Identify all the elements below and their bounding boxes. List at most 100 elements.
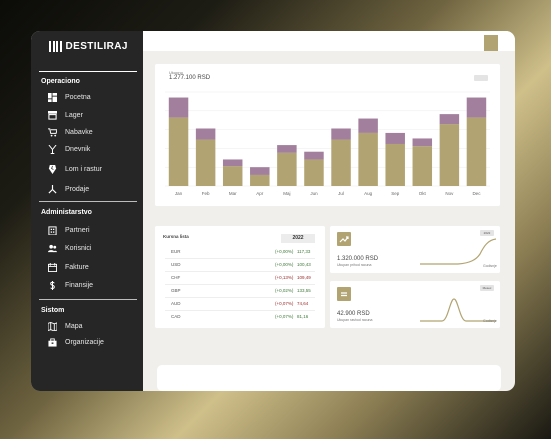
currency-code: CHF — [171, 275, 181, 280]
currency-code: GBP — [171, 288, 181, 293]
currency-change: (+0,02%) — [275, 288, 294, 293]
bar-base[interactable] — [439, 124, 460, 186]
bar-top[interactable] — [222, 159, 243, 167]
bar-base[interactable] — [250, 174, 270, 186]
sidebar-item-mapa[interactable]: Mapa — [48, 320, 83, 332]
kpi-caption: Ukupan prihod racuna — [337, 263, 372, 267]
bar-base[interactable] — [277, 152, 297, 186]
sidebar: DESTILIRAJ Operaciono Pocetna Lager Naba… — [31, 31, 143, 391]
x-tick-label: Apr — [256, 191, 264, 196]
logo-divider — [39, 71, 137, 72]
sidebar-item-nabavke[interactable]: Nabavke — [48, 126, 93, 138]
bar-base[interactable] — [466, 117, 487, 186]
cocktail-icon — [48, 144, 57, 154]
x-tick-label: Jul — [338, 191, 344, 196]
table-row: USD (+0,00%) 100,43 — [165, 259, 315, 272]
bar-base[interactable] — [385, 143, 405, 186]
dollar-icon — [50, 280, 55, 290]
revenue-bar-chart: Jan Feb Mar Apr Maj Jun Jul Aug Sep Okt Nov Dec — [165, 91, 490, 196]
bar-top[interactable] — [412, 138, 433, 147]
bar-top[interactable] — [168, 97, 189, 118]
currency-value: 74,64 — [297, 301, 309, 306]
sidebar-item-label: Finansije — [65, 281, 94, 289]
sidebar-item-label: Lager — [65, 111, 83, 119]
broken-glass-icon — [48, 164, 57, 174]
currency-card: Kursna lista 2022 EUR (+0,00%) 117,33 USD(… — [155, 226, 325, 328]
period-pill[interactable]: Mesec — [480, 285, 494, 291]
x-tick-label: Sep — [391, 191, 400, 196]
currency-change: (+0,13%) — [275, 275, 294, 280]
currency-change: (+0,00%) — [275, 249, 294, 254]
sidebar-item-label: Pocetna — [65, 93, 91, 101]
sidebar-item-label: Dnevnik — [65, 145, 91, 153]
table-row: CAD (+0,07%) 81,16 — [165, 311, 315, 323]
sidebar-item-fakture[interactable]: Fakture — [48, 261, 89, 273]
bar-top[interactable] — [250, 167, 270, 175]
sidebar-item-label: Mapa — [65, 322, 83, 330]
bar-top[interactable] — [331, 128, 351, 140]
sidebar-item-lager[interactable]: Lager — [48, 109, 83, 121]
bar-base[interactable] — [358, 132, 378, 186]
bar-top[interactable] — [385, 132, 405, 144]
bar-top[interactable] — [277, 145, 297, 153]
sidebar-item-korisnici[interactable]: Korisnici — [48, 242, 91, 254]
warehouse-icon — [48, 110, 57, 120]
minus-icon — [337, 287, 351, 301]
bar-top[interactable] — [439, 114, 460, 125]
year-selector[interactable]: 2022 — [281, 234, 315, 243]
sidebar-item-prodaje[interactable]: Prodaje — [48, 183, 89, 195]
bar-top[interactable] — [304, 151, 324, 160]
sidebar-item-dnevnik[interactable]: Dnevnik — [48, 143, 90, 155]
currency-value: 81,16 — [297, 314, 309, 319]
bar-base[interactable] — [304, 159, 324, 186]
currency-change: (+0,07%) — [275, 301, 294, 306]
currency-code: CAD — [171, 314, 181, 319]
bar-top[interactable] — [358, 118, 378, 133]
bar-base[interactable] — [331, 139, 351, 186]
users-icon — [48, 244, 57, 252]
sidebar-item-label: Fakture — [65, 263, 89, 271]
map-icon — [48, 321, 57, 331]
revenue-chart-card: Ukupno 1.277.100 RSD Jan Feb Mar Apr Maj Jun J… — [155, 64, 500, 206]
x-tick-label: Dec — [472, 191, 481, 196]
user-avatar[interactable] — [484, 35, 498, 51]
x-tick-label: Feb — [202, 191, 210, 196]
kpi-card-income: 2022 1.320.000 RSD Ukupan prihod racuna … — [330, 226, 500, 273]
sidebar-item-organizacije[interactable]: Organizacije — [48, 336, 104, 348]
bar-base[interactable] — [412, 146, 433, 186]
bar-base[interactable] — [195, 139, 216, 186]
sidebar-item-label: Prodaje — [65, 185, 90, 193]
x-tick-label: Nov — [445, 191, 454, 196]
sidebar-item-lom-i-rastur[interactable]: Lom i rastur — [48, 163, 102, 175]
currency-value: 117,33 — [297, 249, 311, 254]
currency-change: (+0,07%) — [275, 314, 294, 319]
sidebar-item-label: Organizacije — [65, 338, 104, 346]
bar-top[interactable] — [466, 97, 487, 118]
currency-value: 133,55 — [297, 288, 311, 293]
sales-icon — [48, 184, 57, 194]
table-row: CHF (+0,13%) 109,49 — [165, 272, 315, 285]
section-divider — [39, 299, 137, 300]
currency-value: 109,49 — [297, 275, 311, 280]
x-tick-label: Maj — [283, 191, 290, 196]
sidebar-item-pocetna[interactable]: Pocetna — [48, 91, 91, 103]
bar-top[interactable] — [195, 128, 216, 140]
kpi-amount: 1.320.000 RSD — [337, 256, 379, 262]
x-tick-label: Aug — [364, 191, 373, 196]
kpi-corner-label: Godisnje — [483, 319, 497, 323]
organization-icon — [48, 337, 57, 347]
app-window: DESTILIRAJ Operaciono Pocetna Lager Naba… — [31, 31, 515, 391]
brand-logo[interactable]: DESTILIRAJ — [49, 41, 128, 52]
bar-base[interactable] — [168, 117, 189, 186]
section-divider — [39, 201, 137, 202]
cart-icon — [48, 127, 57, 137]
invoice-icon — [48, 262, 57, 272]
currency-code: AUD — [171, 301, 181, 306]
top-bar — [143, 31, 515, 51]
trend-up-icon — [337, 232, 351, 246]
sidebar-item-partneri[interactable]: Partneri — [48, 224, 90, 236]
brand-name: DESTILIRAJ — [65, 41, 128, 52]
bar-base[interactable] — [222, 166, 243, 186]
x-tick-label: Okt — [419, 191, 427, 196]
sidebar-item-finansije[interactable]: Finansije — [48, 279, 93, 291]
